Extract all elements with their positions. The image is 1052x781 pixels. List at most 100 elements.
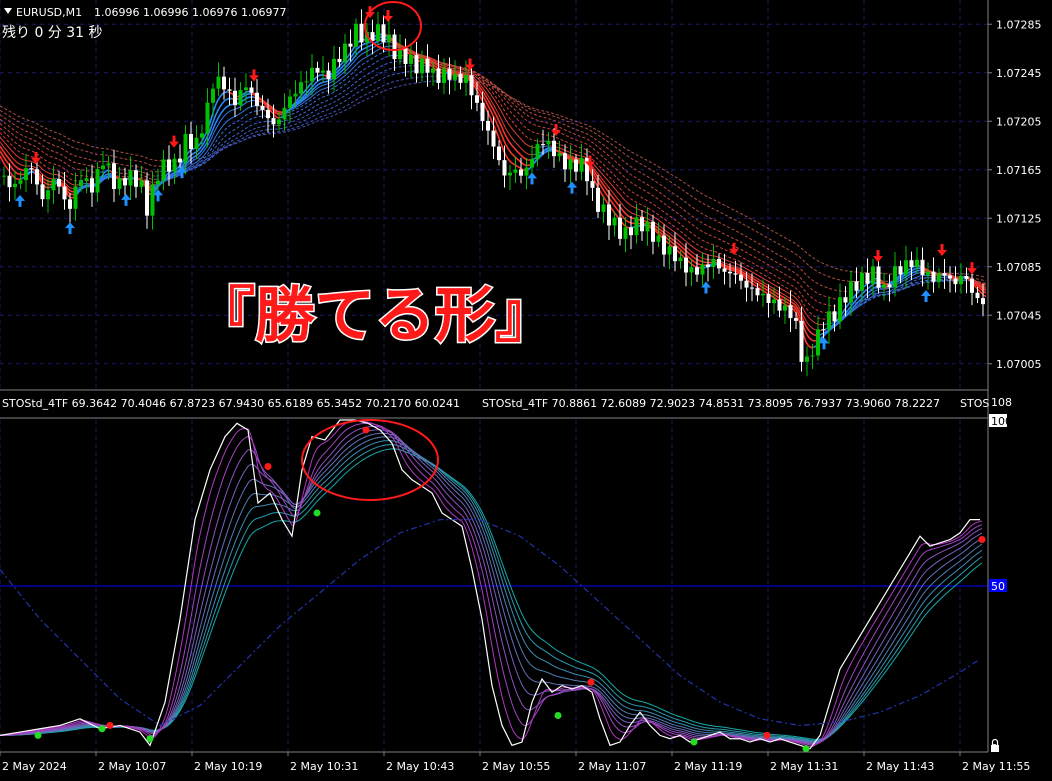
candle-bear	[250, 87, 254, 92]
candle-bull	[13, 184, 17, 187]
candle-bear	[41, 184, 45, 199]
candle-bull	[646, 222, 650, 231]
candle-bull	[321, 71, 325, 73]
candle-bull	[162, 159, 166, 180]
price-tick-label: 1.07285	[996, 18, 1042, 31]
candle-bull	[85, 178, 89, 180]
indicator-readout-3: STOS	[960, 397, 989, 410]
candle-bull	[882, 284, 886, 287]
candle-bull	[244, 87, 248, 90]
candle-bear	[833, 311, 837, 321]
candle-bear	[189, 134, 193, 149]
candle-bull	[200, 133, 204, 137]
candle-bull	[129, 170, 133, 185]
candle-bull	[827, 311, 831, 329]
candle-bull	[849, 281, 853, 302]
candle-bull	[19, 180, 23, 184]
candle-bear	[739, 275, 743, 281]
candle-bull	[288, 97, 292, 108]
time-tick-label: 2 May 10:19	[194, 760, 262, 773]
candle-bull	[79, 181, 83, 187]
candle-bull	[101, 166, 105, 170]
candle-bear	[35, 169, 39, 184]
candle-bull	[420, 59, 424, 74]
candle-bull	[668, 246, 672, 254]
candle-bear	[629, 227, 633, 235]
candle-bull	[184, 134, 188, 162]
candle-bear	[541, 144, 545, 145]
candle-bear	[134, 170, 138, 187]
price-tick-label: 1.07165	[996, 164, 1042, 177]
candle-bear	[723, 268, 727, 271]
candle-bull	[376, 24, 380, 40]
candle-bear	[976, 293, 980, 298]
candle-bear	[965, 276, 969, 279]
candle-bull	[657, 236, 661, 242]
red-signal-dot	[764, 732, 771, 739]
candle-bull	[431, 68, 435, 72]
candle-bear	[112, 163, 116, 189]
ohlc-label: 1.06996 1.06996 1.06976 1.06977	[94, 6, 286, 19]
time-tick-label: 2 May 11:07	[578, 760, 646, 773]
candle-bear	[866, 273, 870, 284]
candle-bull	[96, 169, 100, 192]
scale-mid-label: 50	[991, 580, 1005, 593]
candle-bull	[514, 170, 518, 173]
candle-bull	[959, 276, 963, 284]
candle-bear	[673, 246, 677, 261]
candle-bull	[74, 186, 78, 209]
candle-bear	[266, 110, 270, 118]
candle-bull	[310, 68, 314, 82]
candle-bear	[448, 69, 452, 80]
candle-bull	[569, 160, 573, 170]
candle-bear	[272, 118, 276, 124]
candle-bear	[178, 159, 182, 163]
price-tick-label: 1.07205	[996, 115, 1042, 128]
time-tick-label: 2 May 10:07	[98, 760, 166, 773]
candle-bear	[404, 48, 408, 64]
candle-bear	[497, 147, 501, 161]
candle-bull	[530, 159, 534, 167]
candle-bear	[745, 281, 749, 288]
price-tick-label: 1.07085	[996, 261, 1042, 274]
candle-bull	[805, 357, 809, 362]
candle-bear	[756, 288, 760, 295]
candle-bear	[585, 158, 589, 181]
price-tick-label: 1.07125	[996, 212, 1042, 225]
red-signal-dot	[588, 679, 595, 686]
candle-bear	[618, 218, 622, 239]
candle-bull	[206, 103, 210, 134]
green-signal-dot	[314, 509, 321, 516]
candle-bear	[492, 131, 496, 147]
candle-bull	[761, 294, 765, 296]
candle-bull	[772, 299, 776, 303]
candle-bear	[822, 329, 826, 330]
time-tick-label: 2 May 2024	[2, 760, 67, 773]
overlay-caption: 『勝てる形』	[195, 281, 555, 351]
candle-bear	[503, 160, 507, 175]
candle-bear	[30, 168, 34, 169]
candle-bear	[393, 35, 397, 60]
candle-bull	[580, 158, 584, 172]
green-signal-dot	[99, 725, 106, 732]
timer-label: 残り 0 分 31 秒	[2, 25, 103, 41]
candle-bull	[547, 141, 551, 145]
candle-bull	[508, 173, 512, 176]
candle-bull	[464, 75, 468, 83]
candle-bear	[415, 55, 419, 73]
candle-bull	[151, 184, 155, 215]
candle-bull	[118, 178, 122, 189]
candle-bear	[591, 181, 595, 188]
candle-bear	[855, 281, 859, 290]
candle-bull	[387, 35, 391, 43]
candle-bear	[948, 276, 952, 279]
candle-bear	[437, 68, 441, 83]
time-tick-label: 2 May 11:31	[770, 760, 838, 773]
candle-bull	[294, 94, 298, 97]
candle-bear	[981, 298, 985, 304]
chart-canvas[interactable]: 1.072851.072451.072051.071651.071251.070…	[0, 0, 1052, 777]
candle-bear	[481, 103, 485, 121]
candle-bull	[701, 265, 705, 275]
candle-bear	[750, 288, 754, 289]
candle-bear	[123, 178, 127, 185]
